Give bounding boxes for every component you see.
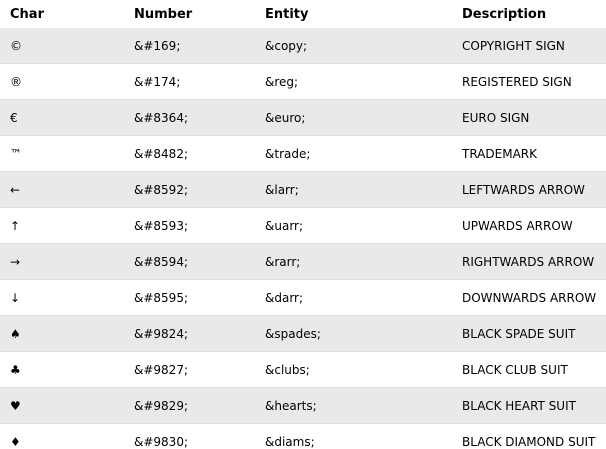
cell-number: &#8593; xyxy=(124,207,255,244)
cell-entity: &euro; xyxy=(255,99,452,136)
cell-number: &#169; xyxy=(124,28,255,64)
cell-description: BLACK CLUB SUIT xyxy=(452,351,606,388)
cell-entity: &uarr; xyxy=(255,207,452,244)
cell-entity: &hearts; xyxy=(255,387,452,424)
cell-number: &#8595; xyxy=(124,279,255,316)
cell-char: ← xyxy=(0,171,124,208)
cell-description: COPYRIGHT SIGN xyxy=(452,28,606,64)
header-description: Description xyxy=(452,0,606,28)
cell-entity: &rarr; xyxy=(255,243,452,280)
cell-description: BLACK DIAMOND SUIT xyxy=(452,423,606,449)
cell-number: &#9829; xyxy=(124,387,255,424)
cell-number: &#9824; xyxy=(124,315,255,352)
cell-description: UPWARDS ARROW xyxy=(452,207,606,244)
cell-entity: &spades; xyxy=(255,315,452,352)
cell-char: ♣ xyxy=(0,351,124,388)
cell-entity: &trade; xyxy=(255,135,452,172)
cell-entity: &darr; xyxy=(255,279,452,316)
cell-number: &#174; xyxy=(124,63,255,100)
table-row: ® &#174; &reg; REGISTERED SIGN xyxy=(0,63,606,100)
table-row: ♠ &#9824; &spades; BLACK SPADE SUIT xyxy=(0,315,606,352)
header-char: Char xyxy=(0,0,124,28)
table-row: ™ &#8482; &trade; TRADEMARK xyxy=(0,135,606,172)
cell-description: RIGHTWARDS ARROW xyxy=(452,243,606,280)
cell-char: € xyxy=(0,99,124,136)
table-header-row: Char Number Entity Description xyxy=(0,0,606,28)
table-row: → &#8594; &rarr; RIGHTWARDS ARROW xyxy=(0,243,606,280)
cell-number: &#8592; xyxy=(124,171,255,208)
table-row: ← &#8592; &larr; LEFTWARDS ARROW xyxy=(0,171,606,208)
cell-number: &#9830; xyxy=(124,423,255,449)
cell-char: ♠ xyxy=(0,315,124,352)
cell-description: LEFTWARDS ARROW xyxy=(452,171,606,208)
table-row: © &#169; &copy; COPYRIGHT SIGN xyxy=(0,28,606,64)
cell-number: &#8594; xyxy=(124,243,255,280)
table-row: ♣ &#9827; &clubs; BLACK CLUB SUIT xyxy=(0,351,606,388)
table-row: ♥ &#9829; &hearts; BLACK HEART SUIT xyxy=(0,387,606,424)
cell-entity: &copy; xyxy=(255,28,452,64)
cell-entity: &diams; xyxy=(255,423,452,449)
cell-char: © xyxy=(0,28,124,64)
cell-description: TRADEMARK xyxy=(452,135,606,172)
table-row: ↓ &#8595; &darr; DOWNWARDS ARROW xyxy=(0,279,606,316)
cell-description: BLACK SPADE SUIT xyxy=(452,315,606,352)
cell-description: EURO SIGN xyxy=(452,99,606,136)
table-row: € &#8364; &euro; EURO SIGN xyxy=(0,99,606,136)
cell-entity: &clubs; xyxy=(255,351,452,388)
cell-number: &#8482; xyxy=(124,135,255,172)
table-row: ↑ &#8593; &uarr; UPWARDS ARROW xyxy=(0,207,606,244)
header-entity: Entity xyxy=(255,0,452,28)
cell-number: &#9827; xyxy=(124,351,255,388)
cell-description: REGISTERED SIGN xyxy=(452,63,606,100)
cell-description: BLACK HEART SUIT xyxy=(452,387,606,424)
cell-entity: &larr; xyxy=(255,171,452,208)
entity-reference-table: Char Number Entity Description © &#169; … xyxy=(0,0,606,449)
cell-description: DOWNWARDS ARROW xyxy=(452,279,606,316)
table-row: ♦ &#9830; &diams; BLACK DIAMOND SUIT xyxy=(0,423,606,449)
cell-char: ® xyxy=(0,63,124,100)
cell-entity: &reg; xyxy=(255,63,452,100)
cell-char: ♦ xyxy=(0,423,124,449)
cell-char: ↑ xyxy=(0,207,124,244)
header-number: Number xyxy=(124,0,255,28)
cell-char: ↓ xyxy=(0,279,124,316)
cell-char: ™ xyxy=(0,135,124,172)
cell-number: &#8364; xyxy=(124,99,255,136)
cell-char: ♥ xyxy=(0,387,124,424)
cell-char: → xyxy=(0,243,124,280)
